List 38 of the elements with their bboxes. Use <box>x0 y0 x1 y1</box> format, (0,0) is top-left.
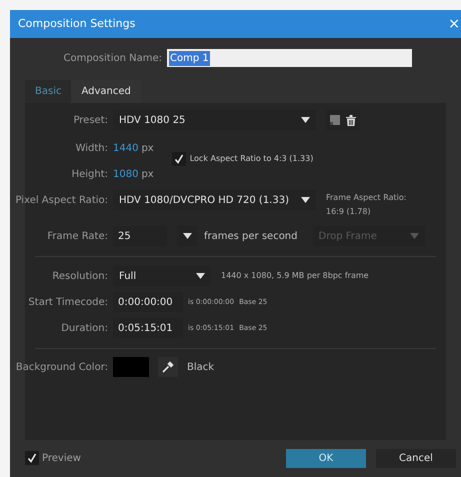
unit-label: px <box>141 142 154 156</box>
window-title: Composition Settings <box>18 16 136 32</box>
height-value[interactable]: 1080 <box>113 166 138 182</box>
caret-icon <box>301 197 310 203</box>
info-value: 16:9 (1.78) <box>326 206 372 218</box>
caret-icon <box>410 233 418 239</box>
field-label: Width: <box>76 142 108 156</box>
field-label: Background Color: <box>16 360 108 374</box>
field-label: Start Timecode: <box>28 296 108 310</box>
field-label: Duration: <box>61 322 108 336</box>
caret-icon <box>182 233 192 239</box>
tab[interactable]: Basic <box>25 80 72 103</box>
field-label: Frame Rate: <box>47 230 108 244</box>
ok-button[interactable]: OK <box>286 448 366 468</box>
eyedropper-icon <box>162 361 174 373</box>
close-button[interactable]: × <box>448 17 460 31</box>
caret-icon <box>301 117 310 123</box>
cancel-button[interactable]: Cancel <box>376 448 456 468</box>
field-label: Pixel Aspect Ratio: <box>16 194 108 208</box>
width-value[interactable]: 1440 <box>113 140 138 156</box>
name-field[interactable]: Comp 1 <box>167 49 412 67</box>
unit-label: frames per second <box>204 230 298 244</box>
color-name: Black <box>187 360 214 374</box>
field-label: Composition Name: <box>63 52 162 66</box>
unit-label: px <box>141 168 154 182</box>
field-label: Height: <box>72 168 108 182</box>
checkbox[interactable] <box>172 152 186 166</box>
checkbox[interactable] <box>25 451 39 465</box>
field-label: Resolution: <box>52 270 108 284</box>
field-label: Preset: <box>73 114 108 128</box>
trash-icon[interactable] <box>346 114 356 126</box>
color-swatch[interactable] <box>113 357 149 377</box>
checkbox-label: Lock Aspect Ratio to 4:3 (1.33) <box>190 153 314 165</box>
caret-icon <box>196 273 205 279</box>
eyedropper-button[interactable] <box>158 357 178 377</box>
checkbox-label: Preview <box>42 452 81 466</box>
info-text: 1440 x 1080, 5.9 MB per 8bpc frame <box>221 270 369 282</box>
info-label: Frame Aspect Ratio: <box>326 192 406 204</box>
